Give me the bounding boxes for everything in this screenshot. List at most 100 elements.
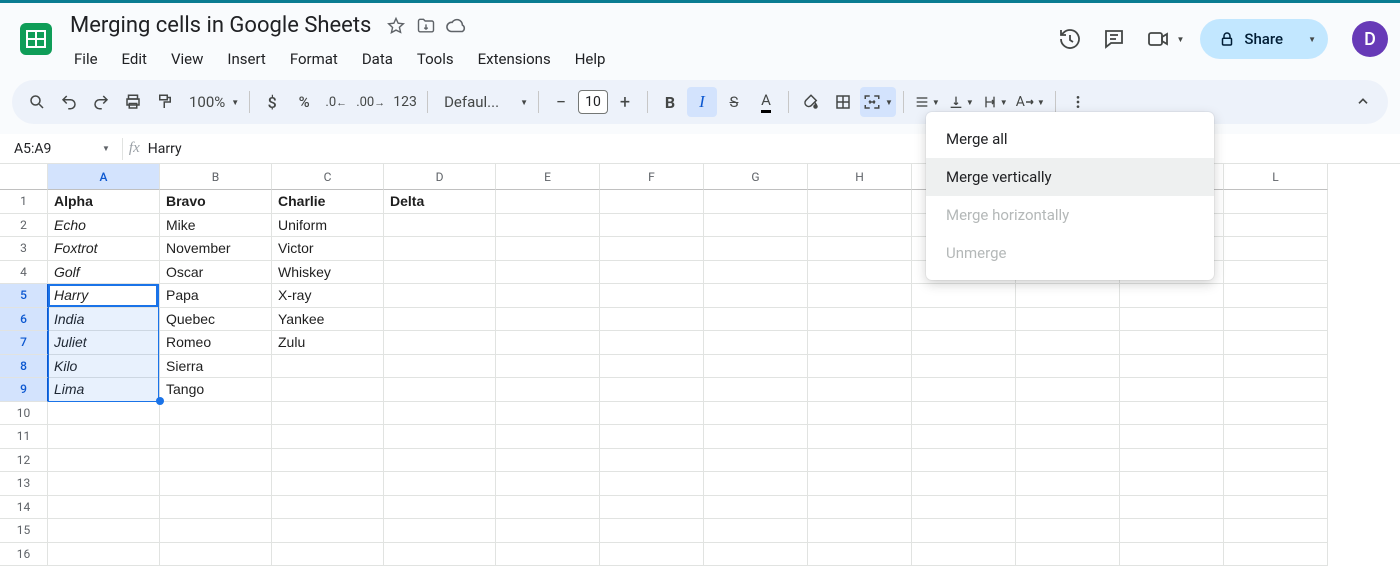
cell[interactable] xyxy=(808,284,912,308)
cell[interactable] xyxy=(1224,519,1328,543)
cell[interactable] xyxy=(272,496,384,520)
cell[interactable] xyxy=(600,190,704,214)
row-header[interactable]: 1 xyxy=(0,190,48,214)
cell[interactable] xyxy=(48,496,160,520)
cell[interactable]: November xyxy=(160,237,272,261)
cell[interactable] xyxy=(1224,425,1328,449)
cell[interactable] xyxy=(1224,190,1328,214)
cell[interactable] xyxy=(384,284,496,308)
cell[interactable] xyxy=(808,496,912,520)
merge-all-option[interactable]: Merge all xyxy=(926,120,1214,158)
cell[interactable] xyxy=(704,472,808,496)
cell[interactable] xyxy=(384,449,496,473)
row-header[interactable]: 12 xyxy=(0,449,48,473)
cell[interactable] xyxy=(1016,378,1120,402)
menu-tools[interactable]: Tools xyxy=(407,46,464,72)
cell[interactable] xyxy=(808,425,912,449)
cell[interactable] xyxy=(1120,519,1224,543)
cell[interactable] xyxy=(160,496,272,520)
cell[interactable] xyxy=(272,449,384,473)
cell[interactable] xyxy=(48,472,160,496)
cloud-status-icon[interactable] xyxy=(445,15,467,37)
cell[interactable] xyxy=(384,331,496,355)
cell[interactable] xyxy=(912,331,1016,355)
cell[interactable] xyxy=(808,261,912,285)
name-box[interactable]: A5:A9 xyxy=(10,141,96,157)
cell[interactable] xyxy=(912,355,1016,379)
cell[interactable] xyxy=(808,543,912,566)
cell[interactable] xyxy=(384,519,496,543)
merge-cells-button[interactable]: ▼ xyxy=(860,87,896,117)
cell[interactable] xyxy=(272,472,384,496)
increase-decimal-icon[interactable]: .00→ xyxy=(353,87,388,117)
cell[interactable] xyxy=(160,449,272,473)
cell[interactable]: Papa xyxy=(160,284,272,308)
cell[interactable] xyxy=(704,449,808,473)
cell[interactable] xyxy=(1120,284,1224,308)
cell[interactable] xyxy=(808,402,912,426)
column-header[interactable]: E xyxy=(496,164,600,190)
cell[interactable]: Lima xyxy=(48,378,160,402)
cell[interactable] xyxy=(912,496,1016,520)
row-header[interactable]: 2 xyxy=(0,214,48,238)
print-icon[interactable] xyxy=(118,87,148,117)
share-button[interactable]: Share ▼ xyxy=(1200,19,1328,59)
cell[interactable] xyxy=(1016,449,1120,473)
format-percent-icon[interactable]: % xyxy=(289,87,319,117)
cell[interactable] xyxy=(272,402,384,426)
star-icon[interactable] xyxy=(385,15,407,37)
cell[interactable] xyxy=(1224,308,1328,332)
bold-icon[interactable]: B xyxy=(655,87,685,117)
cell[interactable] xyxy=(600,449,704,473)
column-header[interactable]: H xyxy=(808,164,912,190)
cell[interactable] xyxy=(704,425,808,449)
cell[interactable] xyxy=(600,496,704,520)
cell[interactable] xyxy=(1120,355,1224,379)
cell[interactable]: Victor xyxy=(272,237,384,261)
cell[interactable]: Golf xyxy=(48,261,160,285)
menu-extensions[interactable]: Extensions xyxy=(468,46,561,72)
cell[interactable] xyxy=(600,284,704,308)
cell[interactable] xyxy=(912,519,1016,543)
redo-icon[interactable] xyxy=(86,87,116,117)
menu-edit[interactable]: Edit xyxy=(112,46,157,72)
menu-insert[interactable]: Insert xyxy=(217,46,275,72)
cell[interactable] xyxy=(704,331,808,355)
cell[interactable] xyxy=(1120,472,1224,496)
cell[interactable] xyxy=(384,496,496,520)
cell[interactable] xyxy=(704,214,808,238)
cell[interactable]: Whiskey xyxy=(272,261,384,285)
cell[interactable] xyxy=(496,261,600,285)
cell[interactable] xyxy=(704,284,808,308)
cell[interactable] xyxy=(600,519,704,543)
cell[interactable] xyxy=(912,308,1016,332)
cell[interactable]: Yankee xyxy=(272,308,384,332)
cell[interactable]: Kilo xyxy=(48,355,160,379)
row-header[interactable]: 13 xyxy=(0,472,48,496)
merge-vertically-option[interactable]: Merge vertically xyxy=(926,158,1214,196)
cell[interactable] xyxy=(1224,355,1328,379)
column-header[interactable]: A xyxy=(48,164,160,190)
column-header[interactable]: F xyxy=(600,164,704,190)
cell[interactable] xyxy=(1224,261,1328,285)
cell[interactable] xyxy=(384,214,496,238)
cell[interactable] xyxy=(160,402,272,426)
cell[interactable] xyxy=(600,543,704,566)
font-select[interactable]: Defaul...▼ xyxy=(435,87,531,117)
cell[interactable]: Alpha xyxy=(48,190,160,214)
row-header[interactable]: 4 xyxy=(0,261,48,285)
cell[interactable] xyxy=(384,237,496,261)
cell[interactable] xyxy=(704,308,808,332)
cell[interactable] xyxy=(1120,496,1224,520)
cell[interactable] xyxy=(160,425,272,449)
cell[interactable] xyxy=(704,543,808,566)
cell[interactable] xyxy=(704,355,808,379)
cell[interactable] xyxy=(1016,543,1120,566)
cell[interactable] xyxy=(384,378,496,402)
cell[interactable] xyxy=(496,355,600,379)
cell[interactable]: Juliet xyxy=(48,331,160,355)
cell[interactable] xyxy=(1120,308,1224,332)
cell[interactable] xyxy=(272,519,384,543)
cell[interactable] xyxy=(600,378,704,402)
column-header[interactable]: G xyxy=(704,164,808,190)
